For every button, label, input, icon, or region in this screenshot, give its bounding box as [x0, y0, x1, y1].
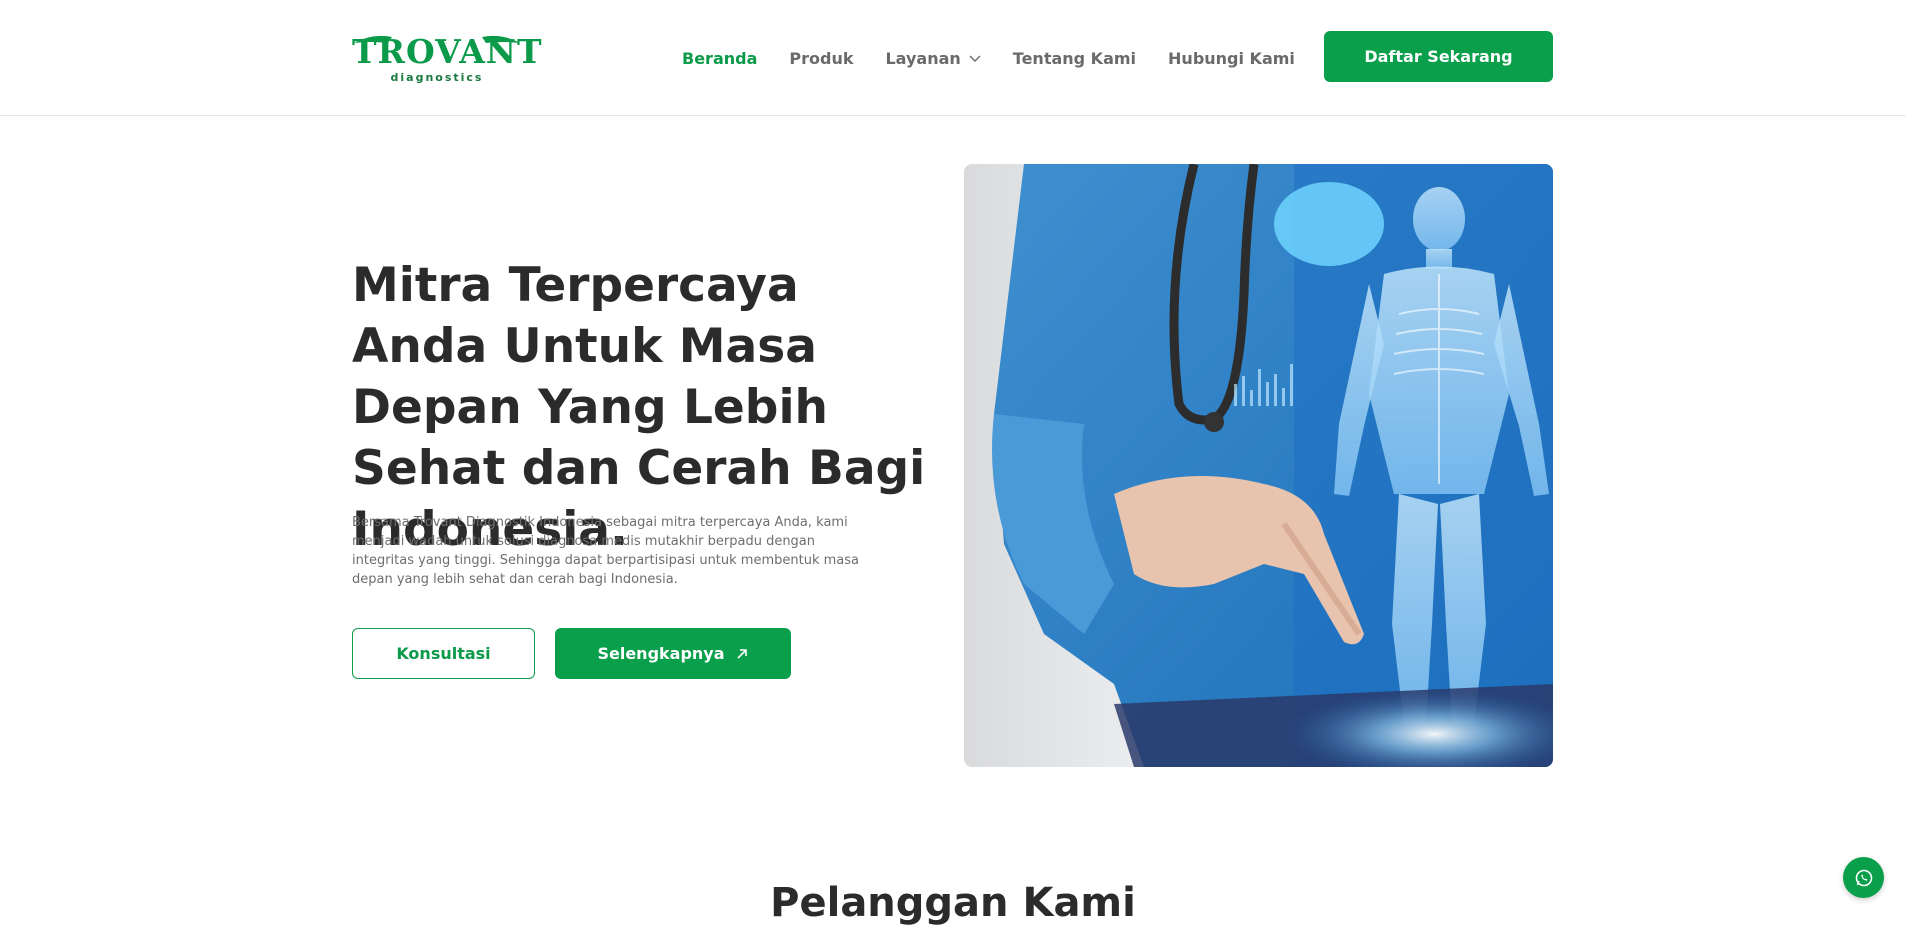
site-header: TROVANT diagnostics Beranda Produk Layan… [0, 0, 1906, 116]
doctor-hologram-illustration [964, 164, 1553, 767]
nav-item-tentang-kami[interactable]: Tentang Kami [1013, 49, 1136, 68]
main-nav: Beranda Produk Layanan Tentang Kami Hubu… [682, 46, 1327, 70]
page: TROVANT diagnostics Beranda Produk Layan… [0, 0, 1906, 942]
nav-item-produk[interactable]: Produk [789, 49, 853, 68]
learn-more-button[interactable]: Selengkapnya [555, 628, 791, 679]
logo-brand-text: TROVANT [352, 32, 543, 71]
learn-more-label: Selengkapnya [597, 644, 725, 663]
hero-medical-image [964, 164, 1553, 767]
trovant-logo[interactable]: TROVANT diagnostics [352, 32, 543, 85]
register-now-button[interactable]: Daftar Sekarang [1324, 31, 1553, 82]
logo-tagline: diagnostics [390, 71, 484, 84]
whatsapp-icon [1855, 869, 1872, 886]
hero-description: Bersama Trovant Diagnostik Indonesia seb… [352, 515, 859, 587]
consultation-button[interactable]: Konsultasi [352, 628, 535, 679]
nav-item-layanan[interactable]: Layanan [885, 48, 981, 68]
customers-section-title: Pelanggan Kami [770, 880, 1136, 926]
chevron-down-icon [969, 55, 981, 62]
nav-item-hubungi-kami[interactable]: Hubungi Kami [1168, 49, 1295, 68]
arrow-up-right-icon [736, 648, 747, 659]
whatsapp-float-button[interactable] [1843, 857, 1884, 898]
nav-item-beranda[interactable]: Beranda [682, 49, 757, 68]
nav-item-layanan-label: Layanan [885, 48, 961, 68]
